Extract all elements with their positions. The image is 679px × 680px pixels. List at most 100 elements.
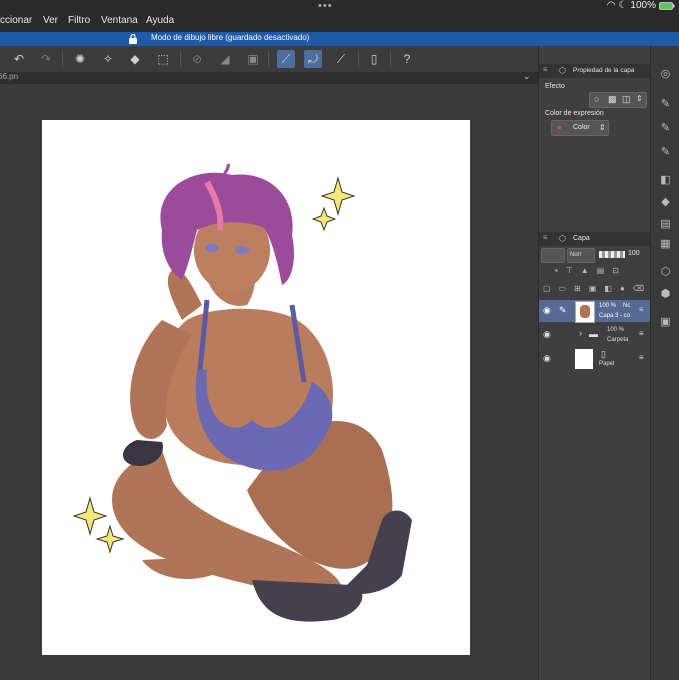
chevron-updown-icon: ⇕ xyxy=(599,123,606,132)
undo-icon[interactable]: ↶ xyxy=(10,50,28,68)
paper-icon: ▯ xyxy=(601,349,606,359)
sub-tool-icon[interactable]: ✎ xyxy=(657,96,674,113)
blend-mode-select[interactable]: Norr xyxy=(567,248,595,263)
layer-name: Carpeta xyxy=(607,337,629,343)
layer-opacity: 100 % xyxy=(607,327,625,333)
expression-color-select[interactable]: ● Color ⇕ xyxy=(551,120,609,136)
layer-opacity: 100 % xyxy=(599,303,617,309)
toolbar-divider xyxy=(268,51,269,67)
lock-icon xyxy=(129,33,137,44)
status-indicators: ◠ ☾ 100% xyxy=(607,0,675,11)
wifi-icon: ◠ xyxy=(606,0,616,11)
drag-handle-icon[interactable]: ≡ xyxy=(639,353,644,362)
palette-icon[interactable]: ▦ xyxy=(657,236,674,253)
layer-color-icon[interactable]: ◫ xyxy=(622,94,631,105)
deselect-icon[interactable]: ⊘ xyxy=(188,50,206,68)
special-ruler-snap-icon[interactable]: ⤾ xyxy=(304,50,322,68)
grid-snap-icon[interactable]: ⟋ xyxy=(332,50,350,68)
drag-handle-icon[interactable]: ≡ xyxy=(639,329,644,338)
toolbar-divider xyxy=(390,51,391,67)
folder-icon: ▬ xyxy=(589,329,598,339)
layer-mode: Nc xyxy=(623,303,631,309)
brush-size-icon[interactable]: ✎ xyxy=(657,144,674,161)
layer-property-icon[interactable]: ⬡ xyxy=(657,264,674,281)
eye-icon[interactable]: ◉ xyxy=(543,353,551,364)
layers-icon[interactable]: ⬢ xyxy=(657,286,674,303)
effect-toggle-group[interactable]: ○ ▩ ◫ ⇕ xyxy=(589,92,647,108)
layer-panel-header: ≡ ⬡ Capa xyxy=(539,232,651,246)
clear-icon[interactable]: ✧ xyxy=(99,50,117,68)
redo-icon[interactable]: ↷ xyxy=(37,50,55,68)
border-effect-icon[interactable]: ○ xyxy=(594,94,599,104)
fill-icon[interactable]: ◆ xyxy=(126,50,144,68)
ruler-snap-icon[interactable]: ⟋ xyxy=(277,50,295,68)
menu-item-view[interactable]: Ver xyxy=(43,15,58,26)
menu-icon[interactable]: ≡ xyxy=(543,233,548,242)
menu-item-window[interactable]: Ventana xyxy=(101,15,138,26)
device-icon[interactable]: ▯ xyxy=(365,50,383,68)
document-tab-bar: 66.pn ⌄ xyxy=(0,71,538,84)
blend-mode-value: Norr xyxy=(570,252,582,258)
menu-bar: ccionar Ver Filtro Ventana Ayuda xyxy=(0,12,679,32)
layer-thumbnail xyxy=(575,349,593,369)
layer-row[interactable]: ◉ › ▬ 100 % Carpeta ≡ xyxy=(539,324,651,346)
expression-color-value: Color xyxy=(573,124,590,131)
loading-icon[interactable]: ✺ xyxy=(71,50,89,68)
eye-icon[interactable]: ◉ xyxy=(543,329,551,340)
layer-thumbnail xyxy=(575,301,595,323)
layer-row[interactable]: ◉ ▯ Papel ≡ xyxy=(539,348,651,370)
eye-icon[interactable]: ◉ xyxy=(543,305,551,316)
menu-item-help[interactable]: Ayuda xyxy=(146,15,174,26)
drag-handle-icon[interactable]: ≡ xyxy=(639,305,644,314)
document-tab[interactable]: 66.pn xyxy=(0,72,18,81)
expression-color-label: Color de expresión xyxy=(545,110,604,117)
menu-icon[interactable]: ≡ xyxy=(543,65,548,74)
layer-row[interactable]: ◉ ✎ 100 % Nc Capa 3 - co ≡ xyxy=(539,300,651,323)
color-mix-icon[interactable]: ◆ xyxy=(657,194,674,211)
property-panel-title: Propiedad de la capa xyxy=(573,67,635,74)
crop-icon[interactable]: ▣ xyxy=(244,50,262,68)
battery-icon xyxy=(659,1,675,10)
status-bar xyxy=(0,0,679,12)
pencil-icon: ✎ xyxy=(559,305,567,315)
toolbar-divider xyxy=(180,51,181,67)
layer-name: Papel xyxy=(599,361,615,367)
layer-type-select[interactable] xyxy=(541,248,565,263)
tone-effect-icon[interactable]: ▩ xyxy=(608,94,617,105)
battery-percent: 100% xyxy=(630,0,656,11)
tool-property-icon[interactable]: ✎ xyxy=(657,120,674,137)
command-bar: ↶ ↷ ✺ ✧ ◆ ⬚ ⊘ ◢ ▣ ⟋ ⤾ ⟋ ▯ ? xyxy=(0,46,538,73)
gradient-icon[interactable]: ◢ xyxy=(216,50,234,68)
layer-tools-row-1[interactable]: ▪⊤▲▤⊡ xyxy=(555,266,651,278)
effect-label: Efecto xyxy=(545,83,565,90)
right-sidebar: ◎ ✎ ✎ ✎ ◧ ◆ ▤ ▦ ⬡ ⬢ ▣ xyxy=(650,46,679,680)
layer-stack-icon: ⬡ xyxy=(559,234,566,243)
menu-item-select[interactable]: ccionar xyxy=(0,15,32,26)
multitask-dots-icon[interactable]: ••• xyxy=(318,0,333,12)
color-wheel-icon: ● xyxy=(557,123,562,132)
moon-icon: ☾ xyxy=(618,0,628,11)
material-icon[interactable]: ▣ xyxy=(657,314,674,331)
toolbar-divider xyxy=(358,51,359,67)
help-icon[interactable]: ? xyxy=(398,50,416,68)
artwork-illustration xyxy=(72,163,412,622)
right-panel: ≡ ⬡ Propiedad de la capa Efecto ○ ▩ ◫ ⇕ … xyxy=(538,46,651,680)
layer-panel-title: Capa xyxy=(573,235,590,242)
toolbar-divider xyxy=(62,51,63,67)
drawing-mode-text: Modo de dibujo libre (guardado desactiva… xyxy=(151,33,310,42)
property-panel-header: ≡ ⬡ Propiedad de la capa xyxy=(539,64,651,78)
chevron-right-icon[interactable]: › xyxy=(579,328,582,338)
layer-name: Capa 3 - co xyxy=(599,313,631,319)
layer-property-icon: ⬡ xyxy=(559,66,566,75)
color-history-icon[interactable]: ▤ xyxy=(657,216,674,233)
menu-item-filter[interactable]: Filtro xyxy=(68,15,90,26)
transform-icon[interactable]: ⬚ xyxy=(154,50,172,68)
chevron-down-icon[interactable]: ⌄ xyxy=(523,71,531,82)
navigator-icon[interactable]: ◎ xyxy=(657,66,674,83)
drawing-canvas[interactable] xyxy=(42,120,470,655)
opacity-value[interactable]: 100 xyxy=(628,250,640,257)
chevron-icon[interactable]: ⇕ xyxy=(636,94,643,103)
layer-tools-row-2[interactable]: ▢▭⊞▣◧●⌫ xyxy=(543,284,649,296)
color-icon[interactable]: ◧ xyxy=(657,172,674,189)
opacity-slider[interactable] xyxy=(599,251,625,258)
